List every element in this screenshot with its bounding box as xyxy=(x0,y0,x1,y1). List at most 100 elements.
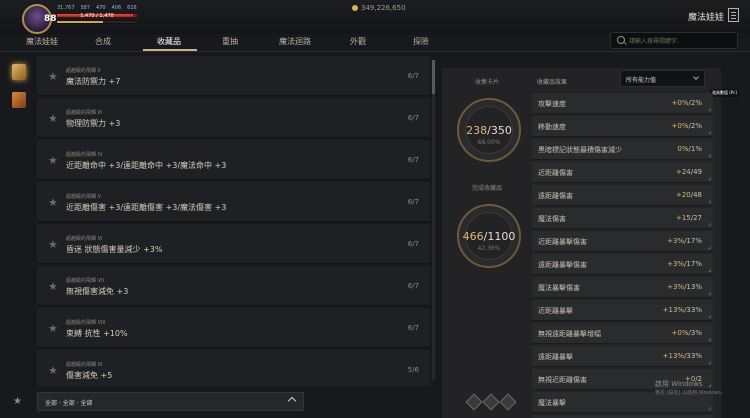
stat-filter-dropdown[interactable]: 所有能力值 xyxy=(620,70,705,87)
item-title: 超越級的飛輝 VII xyxy=(66,278,104,284)
list-item[interactable]: ★ 超越級的飛輝 III 物理防禦力 +3 6/7 xyxy=(37,98,430,138)
stat-name: 遠距離暴擊傷害 xyxy=(538,261,587,269)
corner-mark xyxy=(708,384,711,387)
item-progress: 6/7 xyxy=(407,324,419,332)
stat-name: 攻擊速度 xyxy=(538,100,566,108)
favorite-star-icon[interactable]: ★ xyxy=(48,112,58,125)
item-effect: 束縛 抗性 +10% xyxy=(66,329,128,338)
favorite-star-icon[interactable]: ★ xyxy=(48,364,58,377)
tab-explore[interactable]: 探險 xyxy=(413,36,429,47)
item-title: 超越級的飛輝 III xyxy=(66,110,103,116)
stat-value: +3%/13% xyxy=(667,283,702,291)
corner-mark xyxy=(708,338,711,341)
stat-row: 近距離暴擊傷害 +3%/17% xyxy=(532,231,713,252)
scroll-thumb[interactable] xyxy=(432,60,435,94)
menu-icon[interactable] xyxy=(728,8,739,22)
stat-value: +0%/2% xyxy=(671,122,702,130)
list-item[interactable]: ★ 超越級的飛輝 IX 傷害減免 +5 5/6 xyxy=(37,350,430,386)
list-item[interactable]: ★ 超越級的飛輝 V 近距離傷害 +3/遠距離傷害 +3/魔法傷害 +3 6/7 xyxy=(37,182,430,222)
stat-row: 魔法暴擊傷害 +3%/13% xyxy=(532,277,713,298)
stat-name: 近距離暴擊 xyxy=(538,307,573,315)
windows-watermark-sub: 移至 [設定] 以啟用 Windows。 xyxy=(655,390,726,396)
hp-text: 1,470 / 1,470 xyxy=(80,13,114,19)
coin-icon xyxy=(352,5,358,11)
stat-row: 近距離暴擊 +13%/33% xyxy=(532,300,713,321)
top-bar: 88 31,767 587 470 406 616 1,470 / 1,470 … xyxy=(0,0,750,34)
favorite-star-icon[interactable]: ★ xyxy=(48,322,58,335)
exp-bar xyxy=(56,20,138,24)
item-effect: 近距離傷害 +3/遠距離傷害 +3/魔法傷害 +3 xyxy=(66,203,227,212)
corner-mark xyxy=(708,131,711,134)
stat-value: +3%/17% xyxy=(667,237,702,245)
stat-name: 魔法暴擊傷害 xyxy=(538,284,580,292)
item-progress: 6/7 xyxy=(407,72,419,80)
category-scroll-icon[interactable] xyxy=(12,92,26,108)
cards-value: 238/350 xyxy=(466,124,512,137)
stat-name: 無視遠距離暴擊增幅 xyxy=(538,330,601,338)
item-progress: 6/7 xyxy=(407,156,419,164)
item-progress: 6/7 xyxy=(407,198,419,206)
chevron-down-icon xyxy=(693,74,699,80)
list-item[interactable]: ★ 超越級的飛輝 IV 近距離命中 +3/遠距離命中 +3/魔法命中 +3 6/… xyxy=(37,140,430,180)
item-title: 超越級的飛輝 V xyxy=(66,194,102,200)
chevron-up-icon xyxy=(287,396,297,406)
item-title: 超越級的飛輝 VIII xyxy=(66,320,106,326)
cards-label: 收集卡片 xyxy=(475,79,500,86)
item-title: 超越級的飛輝 VI xyxy=(66,236,103,242)
dropdown-value: 所有能力值 xyxy=(626,77,657,84)
stat-value: +24/49 xyxy=(675,168,702,176)
list-item[interactable]: ★ 超越級的飛輝 VII 無視傷害減免 +3 6/7 xyxy=(37,266,430,306)
completed-value: 466/1100 xyxy=(462,230,516,243)
active-tab-indicator xyxy=(143,49,197,51)
stat-value: +13%/33% xyxy=(662,306,702,314)
tab-magic-doll[interactable]: 魔法娃娃 xyxy=(26,36,58,47)
list-item[interactable]: ★ 超越級的飛輝 VIII 束縛 抗性 +10% 6/7 xyxy=(37,308,430,348)
stat-name: 近距離傷害 xyxy=(538,169,573,177)
tab-collection[interactable]: 收藏品 xyxy=(157,36,181,47)
category-book-icon[interactable] xyxy=(12,64,26,80)
item-progress: 5/6 xyxy=(407,366,419,374)
stat-row: 移動速度 +0%/2% xyxy=(532,116,713,137)
stat-value: +20/48 xyxy=(675,191,702,199)
list-scrollbar[interactable] xyxy=(432,60,435,380)
item-progress: 6/7 xyxy=(407,282,419,290)
stat-value: +3%/17% xyxy=(667,260,702,268)
stat-row: 遠距離暴擊傷害 +3%/17% xyxy=(532,254,713,275)
collection-list: ★ 超越級的飛輝 II 魔法防禦力 +7 6/7 ★ 超越級的飛輝 III 物理… xyxy=(37,56,437,386)
tab-compose[interactable]: 合成 xyxy=(95,36,111,47)
list-item[interactable]: ★ 超越級的飛輝 VI 昏迷 狀態傷害量減少 +3% 6/7 xyxy=(37,224,430,264)
stat-name: 遠距離暴擊 xyxy=(538,353,573,361)
stat-row: 魔法傷害 +15/27 xyxy=(532,208,713,229)
corner-mark xyxy=(708,177,711,180)
hp-bar: 1,470 / 1,470 xyxy=(56,13,138,19)
gold-amount: 349,226,650 xyxy=(361,4,406,12)
completed-label: 完成收藏品 xyxy=(472,185,503,192)
favorite-star-icon[interactable]: ★ xyxy=(48,70,58,83)
filter-dropdown[interactable]: 全部 · 全部 · 全部 xyxy=(37,392,304,411)
search-box[interactable] xyxy=(610,32,738,49)
stat-row: 遠距離暴擊 +13%/33% xyxy=(532,346,713,367)
corner-mark xyxy=(708,246,711,249)
favorite-star-icon[interactable]: ★ xyxy=(48,238,58,251)
effects-title: 收藏品效果 xyxy=(537,79,568,86)
favorite-star-icon[interactable]: ★ xyxy=(48,280,58,293)
stat-value: +15/27 xyxy=(675,214,702,222)
player-stats: 31,767 587 470 406 616 xyxy=(57,5,137,11)
tab-appearance[interactable]: 外觀 xyxy=(350,36,366,47)
tab-reroll[interactable]: 重抽 xyxy=(222,36,238,47)
filter-text: 全部 · 全部 · 全部 xyxy=(45,400,93,407)
player-level: 88 xyxy=(44,14,57,24)
stat-row: 遠距離傷害 +20/48 xyxy=(532,185,713,206)
stat-value: 616 xyxy=(127,5,137,11)
search-input[interactable] xyxy=(629,35,734,47)
corner-mark xyxy=(708,154,711,157)
favorite-star-icon[interactable]: ★ xyxy=(48,196,58,209)
favorites-filter-star-icon[interactable]: ★ xyxy=(13,396,22,407)
item-effect: 物理防禦力 +3 xyxy=(66,119,121,128)
item-effect: 昏迷 狀態傷害量減少 +3% xyxy=(66,245,163,254)
list-item[interactable]: ★ 超越級的飛輝 II 魔法防禦力 +7 6/7 xyxy=(37,56,430,96)
tab-magic-circuit[interactable]: 魔法迴路 xyxy=(279,36,311,47)
item-progress: 6/7 xyxy=(407,240,419,248)
favorite-star-icon[interactable]: ★ xyxy=(48,154,58,167)
stat-value: +0%/2% xyxy=(671,99,702,107)
